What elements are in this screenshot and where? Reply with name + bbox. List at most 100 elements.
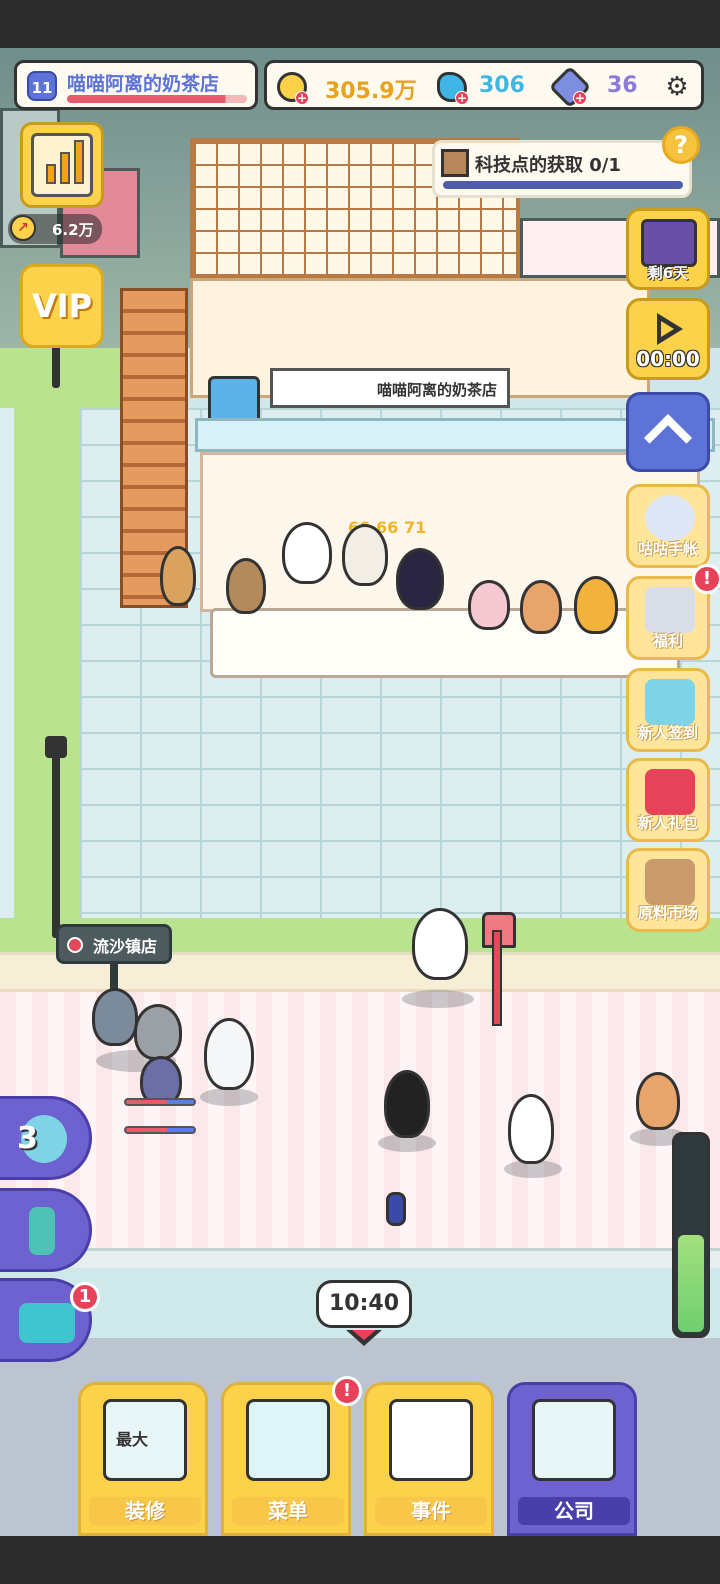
gear-icon[interactable]: ⚙ xyxy=(663,73,691,101)
trend-up-icon: ↗ xyxy=(10,215,36,241)
shop-interior xyxy=(200,452,700,612)
menu-list-icon xyxy=(246,1399,330,1481)
search-count: 3 xyxy=(17,1121,38,1156)
cat-envelope-icon xyxy=(645,587,695,633)
video-ad-button[interactable]: 00:00 xyxy=(626,298,710,380)
add-coin-icon[interactable]: + xyxy=(295,91,309,105)
street-lamp-head xyxy=(45,736,67,758)
chevron-up-icon xyxy=(643,413,693,463)
cash-register-icon xyxy=(19,1303,75,1343)
signin-label: 新人签到 xyxy=(637,724,698,742)
status-bar xyxy=(0,0,720,48)
staff-cat-mummy[interactable] xyxy=(342,524,388,586)
staff-cat[interactable] xyxy=(468,580,510,630)
crate-icon xyxy=(645,859,695,905)
power-meter-fill xyxy=(678,1235,704,1332)
coin-count: 305.9万 xyxy=(325,79,417,104)
cup-tool-button[interactable] xyxy=(0,1188,92,1272)
shop-info-panel[interactable]: 11 喵喵阿离的奶茶店 xyxy=(14,60,258,110)
clock-pointer-inner xyxy=(352,1330,376,1340)
shop-level-badge: 11 xyxy=(27,71,57,101)
customer-cat[interactable] xyxy=(92,988,138,1046)
shadow xyxy=(402,990,474,1008)
black-cat[interactable] xyxy=(384,1070,430,1138)
stats-button[interactable] xyxy=(20,122,104,208)
welfare-label: 福利 xyxy=(652,632,683,650)
staff-cat-lion[interactable] xyxy=(574,576,618,634)
lucky-cat[interactable] xyxy=(412,908,468,980)
gift-button[interactable]: 新人礼包 xyxy=(626,758,710,842)
income-value: 6.2万 xyxy=(52,221,94,239)
signin-button[interactable]: 新人签到 xyxy=(626,668,710,752)
market-button[interactable]: 原料市场 xyxy=(626,848,710,932)
days-left-label: 剩6天 xyxy=(647,264,689,282)
cow-cat[interactable] xyxy=(508,1094,554,1164)
add-note-icon[interactable]: + xyxy=(455,91,469,105)
quest-tracker[interactable]: 科技点的获取 0/1 xyxy=(432,140,692,198)
gift-label: 新人礼包 xyxy=(637,814,698,832)
cup-icon xyxy=(29,1207,55,1255)
patience-bar xyxy=(124,1126,196,1134)
ledger-button[interactable]: 咕咕手帐 xyxy=(626,484,710,568)
staff-cat-witch[interactable] xyxy=(396,548,444,610)
staff-cat[interactable] xyxy=(282,522,332,584)
nav-events[interactable]: 事件 xyxy=(364,1382,494,1536)
help-button[interactable]: ? xyxy=(662,126,700,164)
customer-cat[interactable] xyxy=(204,1018,254,1090)
staff-cat-sunglasses[interactable] xyxy=(520,580,562,634)
left-path xyxy=(0,408,14,928)
limited-event-button[interactable]: 剩6天 xyxy=(626,208,710,290)
gift-icon xyxy=(645,769,695,815)
curb xyxy=(0,1248,720,1268)
gem-count: 36 xyxy=(607,73,638,98)
income-rate[interactable]: ↗ 6.2万 xyxy=(8,214,102,244)
max-badge: 最大 xyxy=(116,1430,149,1449)
bar-chart-icon xyxy=(31,133,93,197)
office-building-icon xyxy=(532,1399,616,1481)
game-clock: 10:40 xyxy=(316,1280,412,1328)
customer-cat-sunglasses[interactable] xyxy=(134,1004,182,1060)
currency-panel: + 305.9万 + 306 + 36 ⚙ xyxy=(264,60,704,110)
ledger-label: 咕咕手帐 xyxy=(637,540,698,558)
nav-menu-label: 菜单 xyxy=(232,1497,344,1525)
nav-events-label: 事件 xyxy=(375,1497,487,1525)
collapse-menu-button[interactable] xyxy=(626,392,710,472)
bollard xyxy=(386,1192,406,1226)
street-lamp xyxy=(52,748,60,938)
lantern-post xyxy=(492,930,502,1026)
paint-roller-icon: 最大 xyxy=(103,1399,187,1481)
cup-level-label: 71 xyxy=(404,518,427,537)
power-meter xyxy=(672,1132,710,1338)
shop-progress-bar xyxy=(67,95,247,103)
note-count: 306 xyxy=(479,73,525,98)
quest-text: 科技点的获取 0/1 xyxy=(475,155,621,176)
customer-cat-sunglasses[interactable] xyxy=(636,1072,680,1130)
video-timer: 00:00 xyxy=(636,347,700,371)
search-tool-button[interactable]: 3 xyxy=(0,1096,92,1180)
nav-company[interactable]: 公司 xyxy=(507,1382,637,1536)
location-name: 流沙镇店 xyxy=(93,937,158,956)
nav-decorate-label: 装修 xyxy=(89,1497,201,1525)
location-sign[interactable]: 流沙镇店 xyxy=(56,924,172,964)
calendar-icon xyxy=(645,679,695,725)
market-label: 原料市场 xyxy=(637,904,698,922)
alert-icon: ! xyxy=(692,564,720,594)
shop-sign: 喵喵阿离的奶茶店 xyxy=(270,368,510,408)
shadow xyxy=(200,1088,258,1106)
nav-menu[interactable]: 菜单 xyxy=(221,1382,351,1536)
customer-cat[interactable] xyxy=(226,558,266,614)
quest-progress-bar xyxy=(443,181,683,189)
vip-button[interactable]: VIP xyxy=(20,264,104,348)
add-gem-icon[interactable]: + xyxy=(573,91,587,105)
event-portal-icon xyxy=(641,219,697,267)
pigeon-icon xyxy=(645,495,695,541)
patience-bar xyxy=(124,1098,196,1106)
map-pin-icon xyxy=(67,937,83,953)
calendar-icon xyxy=(389,1399,473,1481)
play-icon-inner xyxy=(661,321,674,337)
nav-decorate[interactable]: 最大 装修 xyxy=(78,1382,208,1536)
menu-alert-icon: ! xyxy=(332,1376,362,1406)
register-badge: 1 xyxy=(70,1282,100,1312)
system-nav-bar xyxy=(0,1536,720,1584)
cat-statue xyxy=(160,546,196,606)
